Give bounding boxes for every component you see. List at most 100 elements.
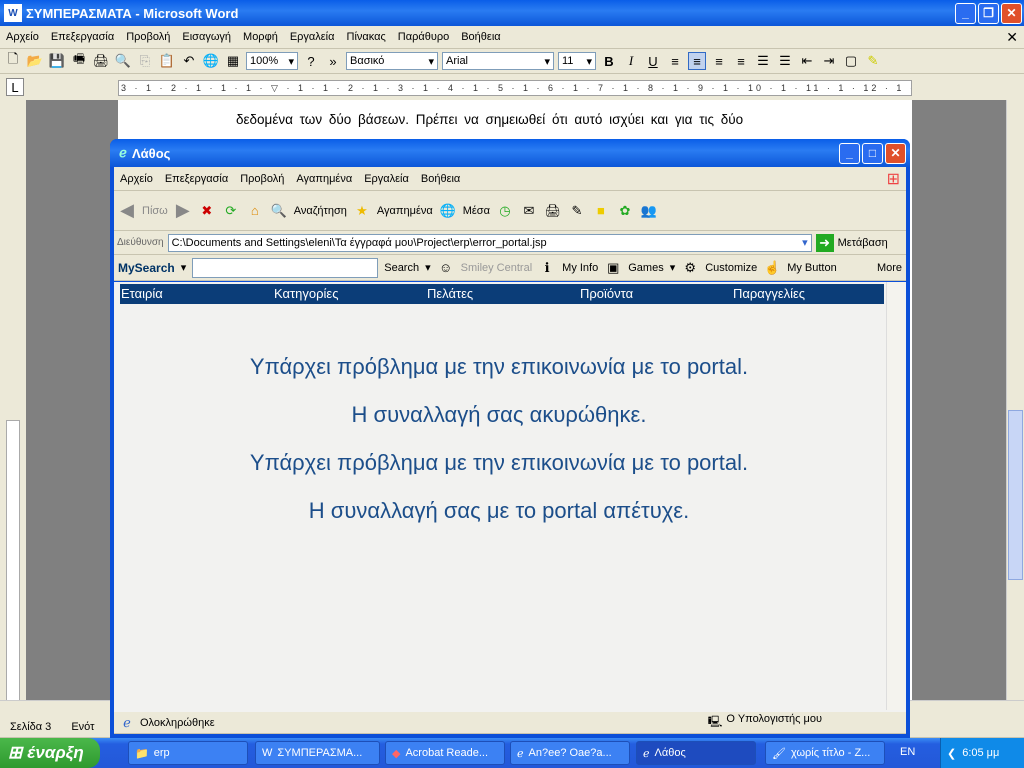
horizontal-ruler[interactable]: 3 · 1 · 2 · 1 · 1 · 1 · ▽ · 1 · 1 · 2 · … bbox=[118, 80, 912, 96]
copy-icon[interactable]: ⎘ bbox=[136, 52, 154, 70]
help-icon[interactable]: ? bbox=[302, 52, 320, 70]
word-vertical-scrollbar[interactable] bbox=[1006, 100, 1024, 702]
nav-customers[interactable]: Πελάτες bbox=[427, 284, 580, 304]
edit-icon[interactable]: ✎ bbox=[568, 202, 586, 220]
minimize-button[interactable]: _ bbox=[955, 2, 976, 24]
taskbar-item-word[interactable]: W ΣΥΜΠΕΡΑΣΜΑ... bbox=[255, 741, 380, 765]
language-indicator[interactable]: EN bbox=[900, 746, 915, 758]
menu-tools[interactable]: Εργαλεία bbox=[290, 31, 335, 43]
decrease-indent-icon[interactable]: ⇤ bbox=[798, 52, 816, 70]
bold-icon[interactable]: B bbox=[600, 52, 618, 70]
history-icon[interactable]: ◷ bbox=[496, 202, 514, 220]
nav-company[interactable]: Εταιρία bbox=[121, 284, 274, 304]
back-icon[interactable]: ◀ bbox=[118, 200, 136, 220]
tab-stop-icon[interactable]: L bbox=[6, 78, 24, 96]
ie-menu-tools[interactable]: Εργαλεία bbox=[364, 173, 409, 185]
mysearch-input[interactable] bbox=[192, 257, 379, 278]
justify-icon[interactable]: ≡ bbox=[732, 52, 750, 70]
address-input[interactable]: C:\Documents and Settings\eleni\Τα έγγρα… bbox=[167, 233, 812, 252]
nav-products[interactable]: Προϊόντα bbox=[580, 284, 733, 304]
font-size-select[interactable]: 11 ▾ bbox=[558, 52, 596, 70]
table-icon[interactable]: ▦ bbox=[224, 52, 242, 70]
refresh-icon[interactable]: ⟳ bbox=[222, 202, 240, 220]
media-icon[interactable]: 🌐 bbox=[439, 202, 457, 220]
font-select[interactable]: Arial ▾ bbox=[442, 52, 554, 70]
home-icon[interactable]: ⌂ bbox=[246, 202, 264, 220]
favorites-button[interactable]: Αγαπημένα bbox=[377, 205, 433, 217]
go-button[interactable]: Μετάβαση bbox=[838, 237, 888, 249]
smiley-central-button[interactable]: Smiley Central bbox=[461, 262, 533, 274]
tray-expand-icon[interactable]: ❮ bbox=[947, 747, 956, 760]
bullets-icon[interactable]: ☰ bbox=[776, 52, 794, 70]
ie-menu-favorites[interactable]: Αγαπημένα bbox=[296, 173, 352, 185]
customize-button[interactable]: Customize bbox=[705, 262, 757, 274]
restore-button[interactable]: ❐ bbox=[978, 2, 999, 24]
new-icon[interactable]: 🗋 bbox=[4, 51, 22, 70]
ie-close-button[interactable]: ✕ bbox=[885, 142, 906, 164]
menu-edit[interactable]: Επεξεργασία bbox=[51, 31, 114, 43]
highlight-icon[interactable]: ✎ bbox=[864, 52, 882, 70]
ie-minimize-button[interactable]: _ bbox=[839, 142, 860, 164]
increase-indent-icon[interactable]: ⇥ bbox=[820, 52, 838, 70]
games-button[interactable]: Games bbox=[628, 262, 663, 274]
undo-icon[interactable]: ↶ bbox=[180, 52, 198, 70]
mail-icon[interactable]: ✉ bbox=[520, 202, 538, 220]
style-select[interactable]: Βασικό ▾ bbox=[346, 52, 438, 70]
games-icon[interactable]: ▣ bbox=[604, 259, 622, 277]
menu-format[interactable]: Μορφή bbox=[243, 31, 278, 43]
border-icon[interactable]: ▢ bbox=[842, 52, 860, 70]
print-icon[interactable]: 🖨 bbox=[92, 52, 110, 70]
menu-help[interactable]: Βοήθεια bbox=[461, 31, 500, 43]
menu-file[interactable]: Αρχείο bbox=[6, 31, 39, 43]
smiley-icon[interactable]: ☺ bbox=[437, 259, 455, 277]
permission-icon[interactable]: 🖷 bbox=[70, 51, 88, 70]
nav-orders[interactable]: Παραγγελίες bbox=[733, 284, 886, 304]
italic-icon[interactable]: I bbox=[622, 52, 640, 70]
taskbar-item-ie[interactable]: ℯ An?ee? Oae?a... bbox=[510, 741, 630, 765]
underline-icon[interactable]: U bbox=[644, 52, 662, 70]
paste-icon[interactable]: 📋 bbox=[158, 52, 176, 70]
more-button[interactable]: More bbox=[877, 262, 902, 274]
favorites-icon[interactable]: ★ bbox=[353, 202, 371, 220]
messenger-icon[interactable]: 👥 bbox=[640, 202, 658, 220]
taskbar-item-acrobat[interactable]: ◆ Acrobat Reade... bbox=[385, 741, 505, 765]
search-icon[interactable]: 🔍 bbox=[270, 202, 288, 220]
more-icon[interactable]: » bbox=[324, 52, 342, 70]
mysearch-logo[interactable]: MySearch bbox=[118, 261, 175, 275]
media-button[interactable]: Μέσα bbox=[463, 205, 490, 217]
my-button-icon[interactable]: ☝ bbox=[763, 259, 781, 277]
ie-menu-help[interactable]: Βοήθεια bbox=[421, 173, 460, 185]
ie-menu-file[interactable]: Αρχείο bbox=[120, 173, 153, 185]
stop-icon[interactable]: ✖ bbox=[198, 202, 216, 220]
numbering-icon[interactable]: ☰ bbox=[754, 52, 772, 70]
align-center-icon[interactable]: ≡ bbox=[688, 52, 706, 70]
taskbar-item-lathos[interactable]: ℯ Λάθος bbox=[636, 741, 756, 765]
zoom-select[interactable]: 100% ▾ bbox=[246, 52, 298, 70]
print-preview-icon[interactable]: 🔍 bbox=[114, 52, 132, 70]
close-document-icon[interactable]: ✕ bbox=[1006, 29, 1018, 46]
align-left-icon[interactable]: ≡ bbox=[666, 52, 684, 70]
menu-window[interactable]: Παράθυρο bbox=[398, 31, 449, 43]
info-icon[interactable]: ℹ bbox=[538, 259, 556, 277]
menu-view[interactable]: Προβολή bbox=[126, 31, 170, 43]
close-button[interactable]: ✕ bbox=[1001, 2, 1022, 24]
go-icon[interactable]: ➜ bbox=[815, 233, 834, 252]
mysearch-search-button[interactable]: Search bbox=[384, 262, 419, 274]
taskbar-item-paint[interactable]: 🖌 χωρίς τίτλο - Z... bbox=[765, 741, 885, 765]
ie-vertical-scrollbar[interactable] bbox=[886, 282, 904, 710]
menu-insert[interactable]: Εισαγωγή bbox=[182, 31, 231, 43]
icq-icon[interactable]: ✿ bbox=[616, 202, 634, 220]
ie-maximize-button[interactable]: □ bbox=[862, 142, 883, 164]
search-button[interactable]: Αναζήτηση bbox=[294, 205, 347, 217]
taskbar-item-erp[interactable]: 📁 erp bbox=[128, 741, 248, 765]
menu-table[interactable]: Πίνακας bbox=[347, 31, 386, 43]
align-right-icon[interactable]: ≡ bbox=[710, 52, 728, 70]
notes-icon[interactable]: ■ bbox=[592, 202, 610, 220]
my-button[interactable]: My Button bbox=[787, 262, 837, 274]
save-icon[interactable]: 💾 bbox=[48, 52, 66, 70]
open-icon[interactable]: 📂 bbox=[26, 52, 44, 70]
hyperlink-icon[interactable]: 🌐 bbox=[202, 52, 220, 70]
customize-icon[interactable]: ⚙ bbox=[681, 259, 699, 277]
back-button[interactable]: Πίσω bbox=[142, 205, 168, 217]
forward-icon[interactable]: ▶ bbox=[174, 200, 192, 220]
